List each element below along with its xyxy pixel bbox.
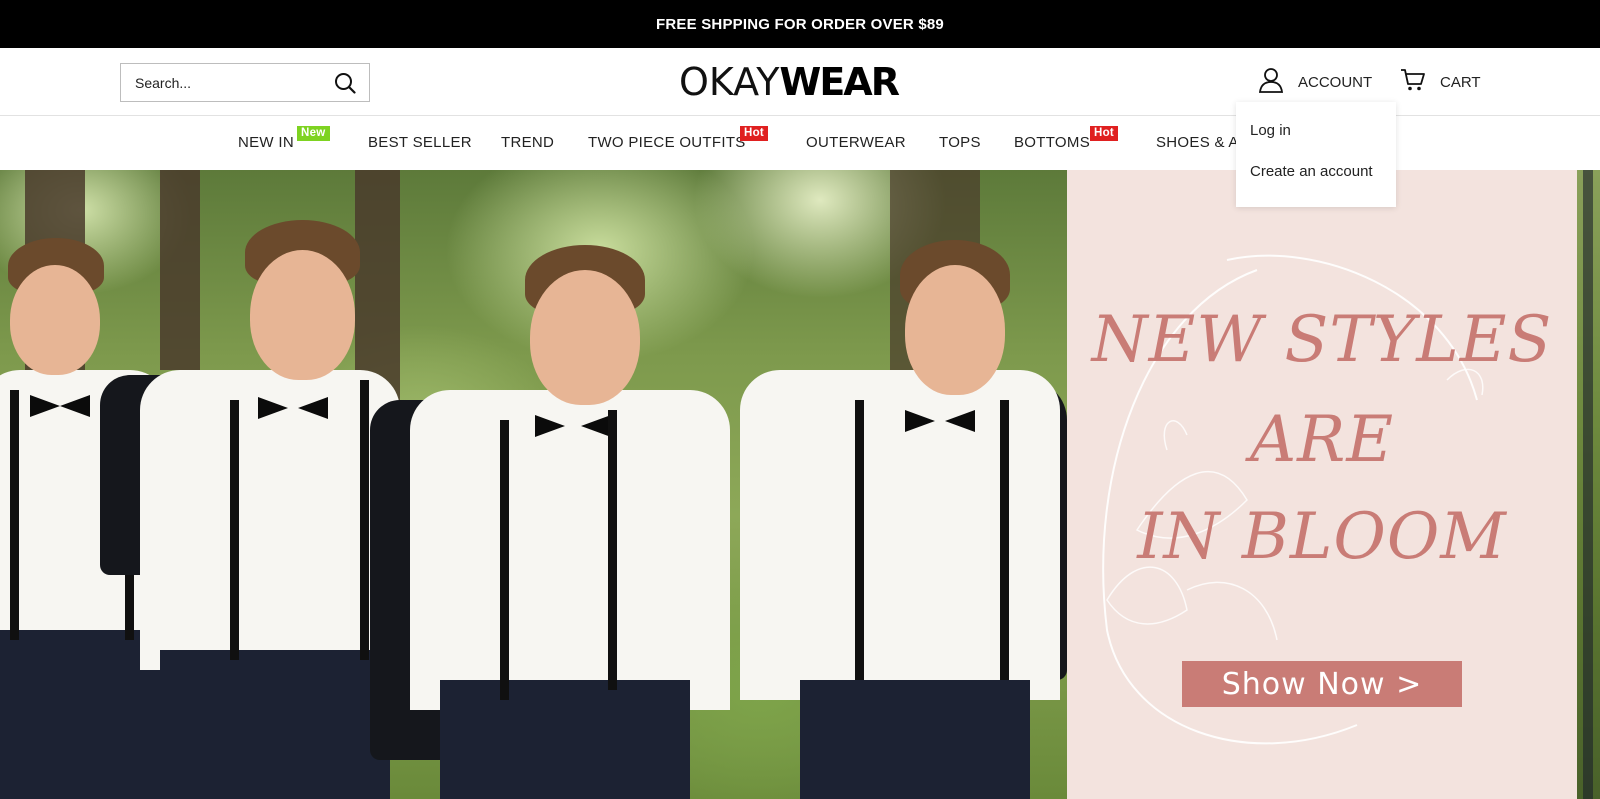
nav-item-label: OUTERWEAR: [806, 134, 906, 151]
nav-item-trend[interactable]: TREND: [501, 134, 554, 151]
account-label: ACCOUNT: [1298, 73, 1373, 91]
login-link[interactable]: Log in: [1236, 122, 1396, 163]
promo-headline-line-2: ARE: [1249, 403, 1395, 477]
tree-trunk: [160, 170, 200, 370]
nav-item-label: BEST SELLER: [368, 134, 472, 151]
announcement-bar: FREE SHPPING FOR ORDER OVER $89: [0, 0, 1600, 48]
nav-item-shoes-accessories[interactable]: SHOES & A: [1156, 134, 1239, 151]
hot-badge: Hot: [740, 126, 769, 141]
nav-item-new-in[interactable]: NEW IN New: [238, 126, 330, 151]
site-logo[interactable]: OKAY WEAR: [679, 60, 900, 104]
nav-item-label: SHOES & A: [1156, 134, 1239, 151]
promo-panel: NEW STYLES ARE IN BLOOM Show Now >: [1067, 170, 1577, 799]
nav-item-label: BOTTOMS: [1014, 134, 1090, 151]
search-input[interactable]: [135, 74, 333, 91]
logo-text-light: OKAY: [679, 60, 780, 104]
nav-item-label: TOPS: [939, 134, 981, 151]
cart-label: CART: [1440, 73, 1481, 91]
user-icon: [1258, 67, 1284, 97]
promo-headline-line-3: IN BLOOM: [1137, 500, 1507, 574]
cart-icon: [1400, 68, 1426, 96]
cart-button[interactable]: CART: [1400, 68, 1481, 96]
announcement-text: FREE SHPPING FOR ORDER OVER $89: [656, 15, 944, 33]
promo-headline-line-1: NEW STYLES: [1091, 303, 1553, 377]
logo-text-bold: WEAR: [779, 60, 900, 104]
next-slide-peek: [1577, 170, 1600, 799]
search-box[interactable]: [120, 63, 370, 102]
hero-banner[interactable]: NEW STYLES ARE IN BLOOM Show Now >: [0, 170, 1600, 799]
show-now-button[interactable]: Show Now >: [1182, 661, 1462, 707]
search-icon[interactable]: [333, 71, 357, 95]
nav-item-label: NEW IN: [238, 134, 294, 151]
nav-item-best-seller[interactable]: BEST SELLER: [368, 134, 472, 151]
nav-item-bottoms[interactable]: BOTTOMS Hot: [1014, 126, 1119, 151]
nav-item-label: TREND: [501, 134, 555, 151]
new-badge: New: [297, 126, 330, 141]
hot-badge: Hot: [1090, 126, 1119, 141]
account-dropdown: Log in Create an account: [1236, 102, 1396, 207]
nav-item-tops[interactable]: TOPS: [939, 134, 981, 151]
nav-item-label: TWO PIECE OUTFITS: [588, 134, 746, 151]
account-button[interactable]: ACCOUNT: [1258, 68, 1372, 96]
create-account-link[interactable]: Create an account: [1236, 163, 1396, 204]
hero-photo: [0, 170, 1067, 799]
nav-item-outerwear[interactable]: OUTERWEAR: [806, 134, 906, 151]
nav-item-two-piece-outfits[interactable]: TWO PIECE OUTFITS Hot: [588, 126, 769, 151]
